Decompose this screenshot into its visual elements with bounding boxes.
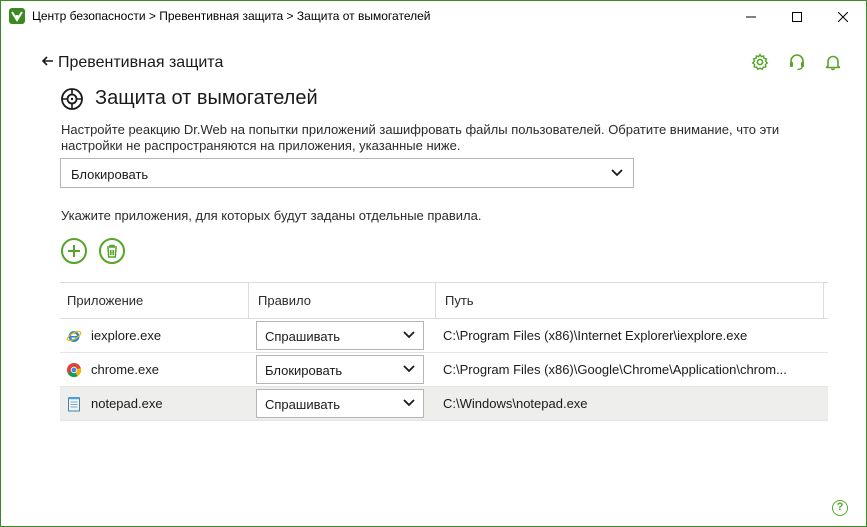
window-title: Центр безопасности > Превентивная защита… xyxy=(32,9,431,23)
internet-explorer-icon xyxy=(66,330,82,342)
page-title: Защита от вымогателей xyxy=(95,87,318,109)
drweb-spider-logo-icon xyxy=(9,8,25,24)
close-icon xyxy=(838,11,848,22)
apps-table: Приложение Правило Путь iexplore.exe Спр… xyxy=(60,282,828,421)
rule-select-value: Блокировать xyxy=(265,363,343,378)
plus-icon xyxy=(68,245,80,257)
app-cell: chrome.exe xyxy=(66,353,159,386)
rule-select[interactable]: Блокировать xyxy=(256,355,424,384)
column-header-app[interactable]: Приложение xyxy=(67,283,143,318)
minimize-button[interactable] xyxy=(728,1,774,32)
path-cell: C:\Program Files (x86)\Internet Explorer… xyxy=(443,328,748,343)
app-cell: notepad.exe xyxy=(66,387,163,420)
chevron-down-icon xyxy=(403,365,415,373)
maximize-button[interactable] xyxy=(774,1,820,32)
trash-icon xyxy=(107,244,117,258)
title-bar: Центр безопасности > Превентивная защита… xyxy=(1,1,866,32)
gear-icon[interactable] xyxy=(751,53,769,71)
column-header-path[interactable]: Путь xyxy=(435,283,824,318)
support-headset-icon[interactable] xyxy=(788,53,806,71)
rule-select[interactable]: Спрашивать xyxy=(256,389,424,418)
app-name: notepad.exe xyxy=(91,396,163,411)
rule-select[interactable]: Спрашивать xyxy=(256,321,424,350)
close-button[interactable] xyxy=(820,1,866,32)
notification-bell-icon[interactable] xyxy=(824,53,842,71)
app-name: chrome.exe xyxy=(91,362,159,377)
column-header-rule[interactable]: Правило xyxy=(248,283,311,318)
chrome-icon xyxy=(67,362,82,377)
ransomware-protection-icon xyxy=(61,88,83,110)
table-row[interactable]: chrome.exe Блокировать C:\Program Files … xyxy=(60,353,828,387)
add-app-button[interactable] xyxy=(61,238,87,264)
chevron-down-icon xyxy=(403,331,415,339)
back-arrow-icon xyxy=(41,54,56,72)
rule-select-value: Спрашивать xyxy=(265,329,341,344)
app-window: Центр безопасности > Превентивная защита… xyxy=(0,0,867,527)
help-button[interactable]: ? xyxy=(832,500,848,516)
app-cell: iexplore.exe xyxy=(66,319,161,352)
notepad-icon xyxy=(68,396,80,411)
app-name: iexplore.exe xyxy=(91,328,162,343)
page-description: Настройте реакцию Dr.Web на попытки прил… xyxy=(61,122,780,153)
minimize-icon xyxy=(746,16,756,17)
chevron-down-icon xyxy=(403,399,415,407)
reaction-select-value: Блокировать xyxy=(71,167,149,182)
back-label: Превентивная защита xyxy=(58,54,224,71)
apps-hint: Укажите приложения, для которых будут за… xyxy=(61,208,482,223)
path-cell: C:\Windows\notepad.exe xyxy=(443,396,588,411)
back-link[interactable]: Превентивная защита xyxy=(41,54,224,72)
maximize-icon xyxy=(792,11,802,22)
table-row-selected[interactable]: notepad.exe Спрашивать C:\Windows\notepa… xyxy=(60,387,828,421)
table-row[interactable]: iexplore.exe Спрашивать C:\Program Files… xyxy=(60,319,828,353)
chevron-down-icon xyxy=(611,169,623,177)
delete-app-button[interactable] xyxy=(99,238,125,264)
reaction-select[interactable]: Блокировать xyxy=(60,158,634,188)
path-cell: C:\Program Files (x86)\Google\Chrome\App… xyxy=(443,362,787,377)
table-header: Приложение Правило Путь xyxy=(60,282,828,319)
rule-select-value: Спрашивать xyxy=(265,397,341,412)
